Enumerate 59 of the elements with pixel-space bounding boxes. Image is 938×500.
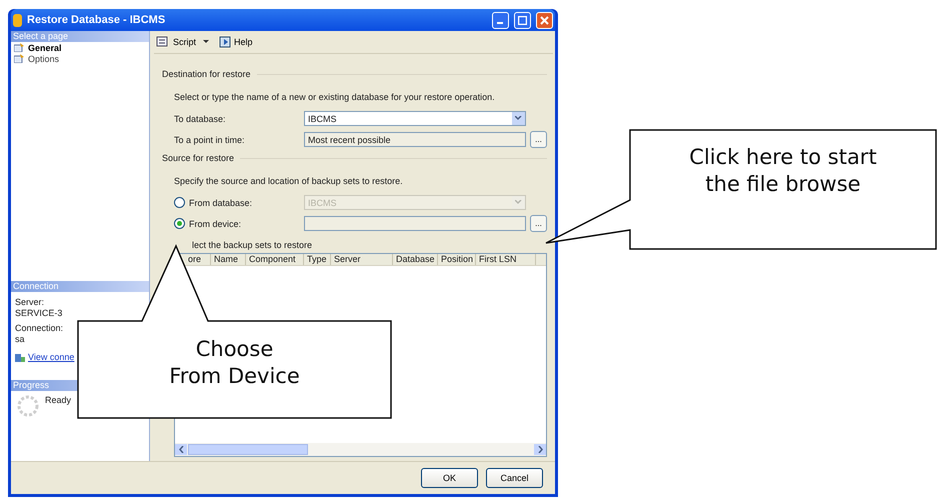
section-description: Specify the source and location of backup sets to restore. [173,175,404,188]
server-name: SERVICE-3 [14,309,64,318]
section-description: Select or type the name of a new or existing database for your restore operation. [173,91,496,104]
radio-label: From device: [189,218,242,228]
server-label: Server: [14,298,46,307]
section-header: Connection [11,281,149,292]
device-field[interactable] [304,216,526,231]
window-title: Restore Database - IBCMS [27,14,166,26]
connection-label: Connection: [14,324,64,333]
user-name: sa [14,335,26,344]
progress-status: Ready [45,395,72,407]
maximize-icon [518,16,527,24]
point-in-time-field[interactable]: Most recent possible [304,132,526,147]
scroll-right-icon[interactable] [538,446,542,453]
section-title: Destination for restore [162,69,251,79]
database-icon [13,14,22,26]
callout-text: Choose From Device [168,336,301,390]
page-item[interactable]: General [11,42,149,53]
maximize-button[interactable] [514,12,531,28]
spinner-icon [17,395,39,417]
ok-button[interactable]: OK [421,468,478,488]
radio-button[interactable] [174,197,185,208]
column-header[interactable]: Position [441,254,474,264]
script-button[interactable]: Script [154,36,212,48]
close-icon [540,16,549,24]
column-header[interactable]: Type [307,254,327,264]
radio-label: From database: [189,198,252,208]
properties-icon [15,352,25,362]
grid-caption: lect the backup sets to restore [191,240,314,250]
section-header: Select a page [11,31,149,42]
script-icon [156,36,170,48]
chevron-down-icon [515,200,522,205]
column-header[interactable]: Component [249,254,296,264]
browse-button[interactable]: ... [530,215,547,232]
chevron-down-icon [515,116,522,121]
cancel-button[interactable]: Cancel [486,468,543,488]
page-icon [14,43,25,52]
horizontal-scrollbar[interactable] [175,443,546,456]
browse-button[interactable]: ... [530,131,547,148]
help-icon [219,36,232,48]
field-label: To a point in time: [174,134,246,144]
column-header[interactable]: ore [188,254,202,264]
radio-button[interactable] [174,218,185,229]
column-header[interactable]: Name [214,254,238,264]
minimize-button[interactable] [492,12,509,28]
column-header[interactable]: First LSN [479,254,517,264]
column-header[interactable]: Database [396,254,435,264]
close-button[interactable] [536,12,553,28]
help-button[interactable]: Help [217,36,255,48]
view-connection-link[interactable]: View conne [28,352,74,362]
callout-text: Click here to start the file browse [688,144,878,198]
database-combo[interactable]: IBCMS [304,111,526,126]
page-icon [14,54,25,63]
field-label: To database: [174,114,227,124]
column-header[interactable]: Server [334,254,361,264]
section-title: Source for restore [162,153,234,163]
page-item[interactable]: Options [11,53,149,64]
scroll-left-icon[interactable] [178,446,184,453]
caret-icon [203,40,210,44]
